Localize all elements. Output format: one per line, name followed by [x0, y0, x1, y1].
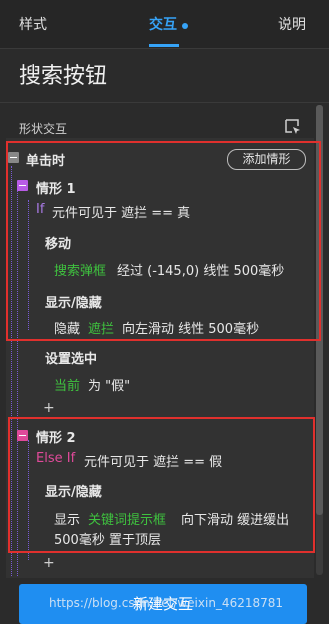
- highlight-case2: [8, 417, 315, 553]
- tab-interaction[interactable]: 交互: [149, 14, 177, 34]
- widget-title: 搜索按钮: [19, 64, 108, 89]
- select-target[interactable]: 当前: [54, 375, 80, 394]
- section-label: 形状交互: [19, 122, 68, 136]
- watermark-text: https://blog.csdn.net/weixin_46218781: [49, 596, 284, 610]
- tab-style[interactable]: 样式: [19, 14, 47, 34]
- tab-notes[interactable]: 说明: [278, 14, 306, 34]
- divider: [0, 102, 329, 103]
- action-set-selected-label[interactable]: 设置选中: [45, 348, 97, 367]
- highlight-case1: [6, 141, 321, 341]
- panel-tabs: 样式 交互 说明: [0, 0, 329, 49]
- active-dot-icon: [182, 23, 188, 29]
- add-action-button[interactable]: +: [43, 400, 55, 416]
- select-details: 为 "假": [88, 379, 131, 394]
- active-tab-indicator: [149, 44, 179, 47]
- add-action-button-2[interactable]: +: [43, 555, 55, 571]
- select-cursor-icon[interactable]: [284, 118, 302, 136]
